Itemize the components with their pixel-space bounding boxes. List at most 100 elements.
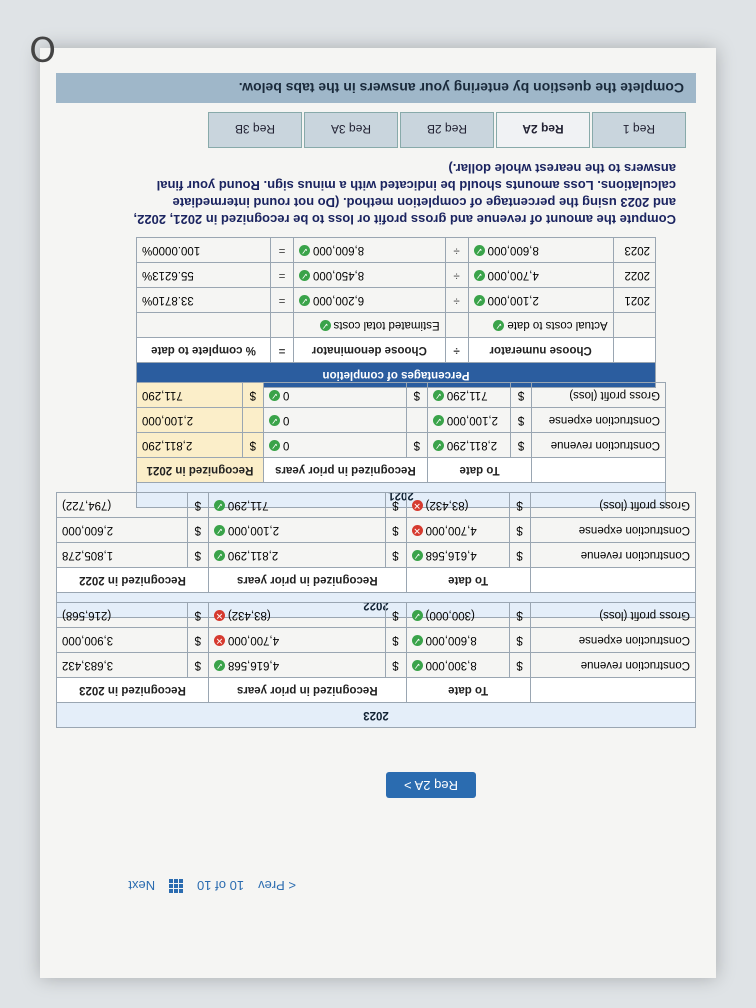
req-2a-nav-button[interactable]: Req 2A > bbox=[386, 772, 476, 798]
x-error-icon: ✕ bbox=[411, 499, 423, 511]
dollar-sign: $ bbox=[385, 517, 407, 543]
denominator-value: 8,600,000 bbox=[312, 244, 365, 256]
prior-value: (83,432) bbox=[227, 609, 271, 621]
to-date-input[interactable]: (300,000)✓ bbox=[406, 602, 510, 628]
to-date-input[interactable]: 8,300,000✓ bbox=[406, 652, 510, 678]
to-date-input[interactable]: 8,600,000✓ bbox=[406, 627, 510, 653]
numerator-input[interactable]: 8,600,000✓ bbox=[468, 237, 614, 263]
numerator-select[interactable]: Actual costs to date✓ bbox=[468, 312, 614, 338]
dollar-sign: $ bbox=[187, 492, 209, 518]
to-date-value: 2,811,290 bbox=[446, 439, 498, 451]
denominator-select-label: Estimated total costs bbox=[333, 319, 440, 331]
numerator-value: 2,100,000 bbox=[487, 294, 539, 306]
label-col-blank bbox=[530, 567, 696, 593]
dollar-sign: $ bbox=[510, 407, 532, 433]
check-icon: ✓ bbox=[298, 269, 310, 281]
equals-symbol: = bbox=[270, 337, 294, 363]
prior-input[interactable]: 4,616,568✓ bbox=[208, 652, 386, 678]
equals-symbol: = bbox=[270, 262, 294, 288]
prev-button[interactable]: < Prev bbox=[258, 879, 296, 894]
grid-icon[interactable] bbox=[169, 879, 184, 893]
prior-input[interactable]: 0✓ bbox=[263, 382, 407, 408]
to-date-value: (300,000) bbox=[425, 609, 475, 621]
numerator-input[interactable]: 4,700,000✓ bbox=[468, 262, 614, 288]
to-date-input[interactable]: 2,811,290✓ bbox=[427, 432, 511, 458]
dollar-sign: $ bbox=[187, 602, 209, 628]
x-error-icon: ✕ bbox=[213, 634, 225, 646]
row-label: Construction expense bbox=[530, 627, 696, 653]
check-icon: ✓ bbox=[268, 414, 280, 426]
denominator-input[interactable]: 8,450,000✓ bbox=[293, 262, 446, 288]
to-date-input[interactable]: 2,100,000✓ bbox=[427, 407, 511, 433]
current-value: 3,683,432 bbox=[56, 652, 188, 678]
dollar-sign: $ bbox=[509, 492, 531, 518]
prior-input[interactable]: 4,700,000✕ bbox=[208, 627, 386, 653]
numerator-input[interactable]: 2,100,000✓ bbox=[468, 287, 614, 313]
row-label: Construction revenue bbox=[531, 432, 666, 458]
tab-req-2b[interactable]: Req 2B bbox=[400, 112, 494, 148]
next-button[interactable]: Next bbox=[128, 879, 155, 894]
denominator-select[interactable]: Estimated total costs✓ bbox=[293, 312, 446, 338]
to-date-value: 2,100,000 bbox=[446, 414, 499, 426]
to-date-input[interactable]: 4,616,568✓ bbox=[406, 542, 510, 568]
label-col-blank bbox=[531, 457, 666, 483]
prior-input[interactable]: 711,290✓ bbox=[208, 492, 386, 518]
question-text: Compute the amount of revenue and gross … bbox=[133, 161, 677, 227]
divide-symbol: ÷ bbox=[445, 262, 469, 288]
check-icon: ✓ bbox=[432, 414, 444, 426]
prior-input[interactable]: 2,100,000✓ bbox=[208, 517, 386, 543]
sub-result-blank bbox=[136, 312, 271, 338]
corner-letter: O bbox=[29, 28, 56, 68]
denominator-value: 6,200,000 bbox=[312, 294, 365, 306]
sub-sep-1 bbox=[445, 312, 469, 338]
dollar-sign: $ bbox=[187, 652, 209, 678]
row-label: Gross profit (loss) bbox=[530, 602, 696, 628]
tab-req-3b[interactable]: Req 3B bbox=[208, 112, 302, 148]
requirement-tabs: Req 1 Req 2A Req 2B Req 3A Req 3B bbox=[206, 112, 686, 148]
col-to-date: To date bbox=[427, 457, 532, 483]
prior-input[interactable]: (83,432)✕ bbox=[208, 602, 386, 628]
denominator-input[interactable]: 8,600,000✓ bbox=[293, 237, 446, 263]
revenue-table-2023: 2023 To date Recognized in prior years R… bbox=[56, 602, 696, 728]
check-icon: ✓ bbox=[432, 439, 444, 451]
check-icon: ✓ bbox=[268, 439, 280, 451]
prior-input[interactable]: 2,811,290✓ bbox=[208, 542, 386, 568]
denominator-value: 8,450,000 bbox=[312, 269, 365, 281]
pct-result: 33.8710% bbox=[136, 287, 271, 313]
sub-sep-2 bbox=[270, 312, 294, 338]
tab-req-1[interactable]: Req 1 bbox=[592, 112, 686, 148]
page-indicator: 10 of 10 bbox=[197, 878, 245, 894]
check-icon: ✓ bbox=[213, 499, 225, 511]
check-icon: ✓ bbox=[493, 319, 505, 331]
to-date-input[interactable]: 4,700,000✕ bbox=[406, 517, 510, 543]
numerator-value: 4,700,000 bbox=[487, 269, 539, 281]
prior-value: 4,616,568 bbox=[227, 659, 280, 671]
numerator-value: 8,600,000 bbox=[487, 244, 539, 256]
divide-symbol: ÷ bbox=[445, 237, 469, 263]
dollar-sign: $ bbox=[509, 517, 531, 543]
row-label: Construction expense bbox=[530, 517, 696, 543]
dollar-sign: $ bbox=[509, 602, 531, 628]
to-date-input[interactable]: (83,432)✕ bbox=[406, 492, 510, 518]
row-label: Construction expense bbox=[531, 407, 666, 433]
denominator-input[interactable]: 6,200,000✓ bbox=[293, 287, 446, 313]
check-icon: ✓ bbox=[411, 609, 423, 621]
screen-rotated: Complete the question by entering your a… bbox=[0, 0, 756, 1008]
pct-col-numerator: Choose numerator bbox=[468, 337, 614, 363]
col-prior-years: Recognized in prior years bbox=[208, 567, 407, 593]
check-icon: ✓ bbox=[411, 549, 423, 561]
tab-req-2a[interactable]: Req 2A bbox=[496, 112, 590, 148]
current-value: 2,811,290 bbox=[136, 432, 243, 458]
dollar-sign: $ bbox=[187, 542, 209, 568]
dollar-sign: $ bbox=[242, 432, 264, 458]
row-label: Gross profit (loss) bbox=[531, 382, 666, 408]
tab-req-3a[interactable]: Req 3A bbox=[304, 112, 398, 148]
to-date-value: (83,432) bbox=[425, 499, 469, 511]
prior-value: 2,811,290 bbox=[227, 549, 279, 561]
to-date-input[interactable]: 711,290✓ bbox=[427, 382, 511, 408]
numerator-select-label: Actual costs to date bbox=[507, 319, 608, 331]
pct-year: 2023 bbox=[613, 237, 656, 263]
prior-input[interactable]: 0✓ bbox=[263, 407, 407, 433]
current-value: 711,290 bbox=[136, 382, 243, 408]
prior-input[interactable]: 0✓ bbox=[263, 432, 407, 458]
